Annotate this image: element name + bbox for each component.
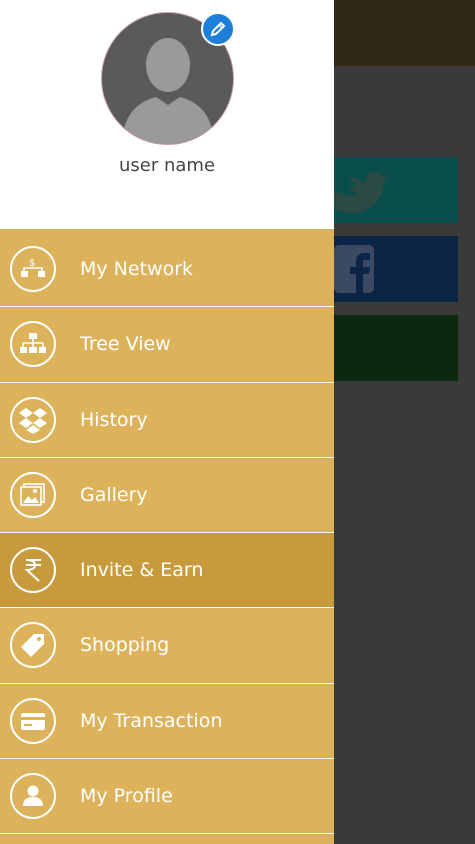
menu-label: Gallery <box>80 483 148 506</box>
profile-divider <box>0 229 334 231</box>
menu-label: Invite & Earn <box>80 559 204 582</box>
menu-item-gallery[interactable]: Gallery <box>0 458 334 534</box>
menu-label: Shopping <box>80 634 170 657</box>
twitter-icon <box>334 172 389 213</box>
navigation-drawer: user name $ My Network Tree View History… <box>0 0 334 844</box>
edit-profile-button[interactable] <box>201 12 235 46</box>
menu-item-invite-earn[interactable]: Invite & Earn <box>0 533 334 609</box>
menu-item-my-transaction[interactable]: My Transaction <box>0 684 334 760</box>
facebook-icon <box>334 245 374 293</box>
menu-label: History <box>80 408 148 431</box>
menu-item-tree-view[interactable]: Tree View <box>0 307 334 383</box>
menu-item-shopping[interactable]: Shopping <box>0 608 334 684</box>
menu-label: My Transaction <box>80 709 223 732</box>
dropbox-icon <box>10 396 56 443</box>
menu-label: Tree View <box>80 333 171 356</box>
pencil-icon <box>210 21 226 37</box>
card-icon <box>10 697 56 744</box>
menu-label: My Profile <box>80 785 173 808</box>
username-label: user name <box>118 155 216 176</box>
drawer-menu: $ My Network Tree View History Gallery I… <box>0 232 334 835</box>
tree-icon <box>10 321 56 368</box>
menu-item-history[interactable]: History <box>0 383 334 458</box>
facebook-button[interactable] <box>334 236 458 302</box>
network-icon: $ <box>10 246 56 292</box>
profile-header: user name <box>0 0 334 229</box>
svg-text:$: $ <box>29 258 35 269</box>
rupee-icon <box>10 547 56 594</box>
gallery-icon <box>10 471 56 518</box>
menu-item-my-network[interactable]: $ My Network <box>0 232 334 308</box>
user-icon <box>10 773 56 820</box>
tag-icon <box>10 622 56 669</box>
menu-label: My Network <box>80 258 194 280</box>
menu-item-my-profile[interactable]: My Profile <box>0 759 334 835</box>
google-button[interactable] <box>334 315 458 381</box>
twitter-button[interactable] <box>334 157 458 223</box>
